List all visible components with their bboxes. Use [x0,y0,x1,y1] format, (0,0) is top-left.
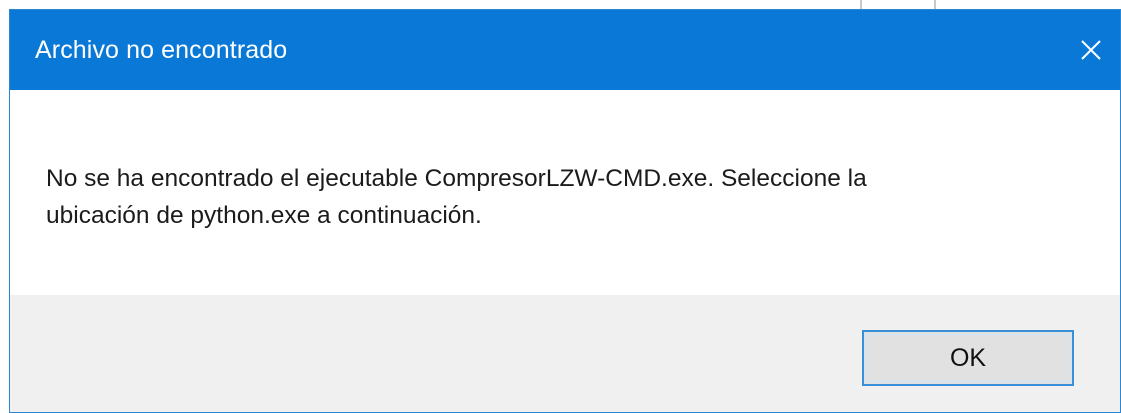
dialog-titlebar[interactable]: Archivo no encontrado [10,10,1120,90]
dialog-footer: OK [10,295,1120,412]
close-button[interactable] [1062,10,1120,90]
message-line-1: No se ha encontrado el ejecutable Compre… [46,165,867,192]
screen: Archivo no encontrado No se ha encontrad… [0,0,1121,413]
ok-button-label: OK [949,343,987,372]
ok-button[interactable]: OK [862,330,1074,386]
dialog-title: Archivo no encontrado [35,36,288,64]
message-dialog: Archivo no encontrado No se ha encontrad… [9,9,1121,413]
dialog-message: No se ha encontrado el ejecutable Compre… [46,160,1086,234]
message-line-2: ubicación de python.exe a continuación. [46,202,482,229]
dialog-content: No se ha encontrado el ejecutable Compre… [10,90,1120,295]
close-icon [1081,40,1101,60]
